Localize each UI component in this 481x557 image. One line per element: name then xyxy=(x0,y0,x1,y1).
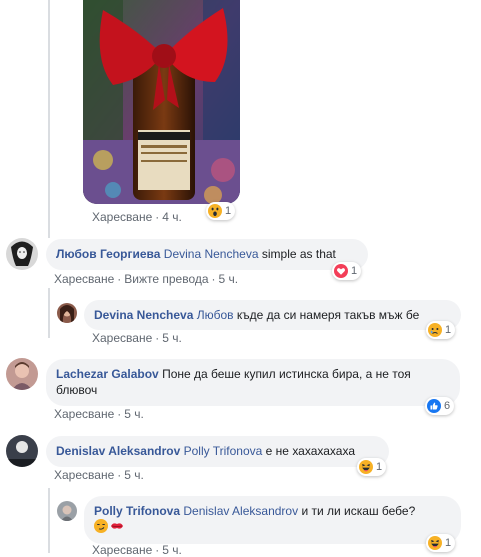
reaction-badge[interactable]: 6 xyxy=(425,397,455,415)
reply-bubble: Polly Trifonova Denislav Aleksandrov и т… xyxy=(84,496,461,544)
comment-text: блювоч xyxy=(56,383,98,397)
haha-reaction-icon xyxy=(359,460,373,474)
reply-bubble: Devina Nencheva Любов къде да си намеря … xyxy=(84,300,461,330)
like-link[interactable]: Харесване xyxy=(54,407,114,421)
like-link[interactable]: Харесване xyxy=(54,468,114,482)
kiss-mark-emoji xyxy=(110,519,124,533)
comment-author[interactable]: Devina Nencheva xyxy=(94,308,193,322)
avatar[interactable] xyxy=(6,238,38,270)
reaction-badge[interactable]: 1 xyxy=(426,534,456,552)
comment-text: къде да си намеря такъв мъж бе xyxy=(236,308,420,322)
comment-time[interactable]: 5 ч. xyxy=(124,468,144,482)
comment-time[interactable]: 5 ч. xyxy=(162,543,182,557)
reaction-badge[interactable]: 1 xyxy=(206,202,236,220)
mention-link[interactable]: Любов xyxy=(197,308,234,322)
separator: · xyxy=(155,331,160,345)
separator: · xyxy=(117,407,122,421)
wow-reaction-icon xyxy=(208,204,222,218)
comment-actions: Харесване · 5 ч. xyxy=(92,331,182,345)
comment-author[interactable]: Denislav Aleksandrov xyxy=(56,444,180,458)
smirk-emoji xyxy=(94,519,108,533)
love-reaction-icon xyxy=(334,264,348,278)
comment-time[interactable]: 5 ч. xyxy=(219,272,239,286)
separator: · xyxy=(211,272,216,286)
reaction-count: 1 xyxy=(376,461,383,473)
comment-bubble: Любов Георгиева Devina Nencheva simple a… xyxy=(46,239,368,270)
comment-bubble: Denislav Aleksandrov Polly Trifonova е н… xyxy=(46,436,389,467)
mention-link[interactable]: Polly Trifonova xyxy=(184,444,263,458)
avatar[interactable] xyxy=(6,435,38,467)
comment-actions: Харесване · 5 ч. xyxy=(54,468,144,482)
translate-link[interactable]: Вижте превода xyxy=(124,272,208,286)
mention-link[interactable]: Devina Nencheva xyxy=(164,247,259,261)
like-link[interactable]: Харесване xyxy=(92,210,152,224)
comment-time[interactable]: 5 ч. xyxy=(124,407,144,421)
comment-text: и ти ли искаш бебе? xyxy=(301,504,416,518)
comment-photo[interactable] xyxy=(83,0,240,204)
haha-reaction-icon xyxy=(428,536,442,550)
comment-actions: Харесване · Вижте превода · 5 ч. xyxy=(54,272,238,286)
thread-line xyxy=(48,288,50,338)
separator: · xyxy=(117,468,122,482)
like-reaction-icon xyxy=(427,399,441,413)
thread-line xyxy=(48,0,50,238)
comment-author[interactable]: Polly Trifonova xyxy=(94,504,180,518)
comment-author[interactable]: Любов Георгиева xyxy=(56,247,160,261)
mention-link[interactable]: Denislav Aleksandrov xyxy=(183,504,298,518)
comment-time[interactable]: 5 ч. xyxy=(162,331,182,345)
comment-text: simple as that xyxy=(261,247,336,261)
like-link[interactable]: Харесване xyxy=(92,331,152,345)
reaction-badge[interactable]: 1 xyxy=(332,262,362,280)
comment-bubble: Lachezar Galabov Поне да беше купил исти… xyxy=(46,359,460,406)
reaction-count: 1 xyxy=(225,205,232,217)
separator: · xyxy=(155,543,160,557)
sad-reaction-icon xyxy=(428,323,442,337)
photo-comment-actions: Харесване · 4 ч. xyxy=(92,210,182,224)
reaction-count: 1 xyxy=(351,265,358,277)
comment-time[interactable]: 4 ч. xyxy=(162,210,182,224)
avatar[interactable] xyxy=(57,303,77,323)
like-link[interactable]: Харесване xyxy=(54,272,114,286)
reaction-badge[interactable]: 1 xyxy=(426,321,456,339)
comment-actions: Харесване · 5 ч. xyxy=(92,543,182,557)
comment-text: е не хахахахаха xyxy=(265,444,356,458)
comment-author[interactable]: Lachezar Galabov xyxy=(56,367,159,381)
separator: · xyxy=(117,272,122,286)
thread-line xyxy=(48,488,50,553)
reaction-badge[interactable]: 1 xyxy=(357,458,387,476)
comment-text: Поне да беше купил истинска бира, а не т… xyxy=(162,367,411,381)
reaction-count: 1 xyxy=(445,537,452,549)
comment-actions: Харесване · 5 ч. xyxy=(54,407,144,421)
separator: · xyxy=(155,210,160,224)
reaction-count: 1 xyxy=(445,324,452,336)
like-link[interactable]: Харесване xyxy=(92,543,152,557)
reaction-count: 6 xyxy=(444,400,451,412)
avatar[interactable] xyxy=(57,501,77,521)
avatar[interactable] xyxy=(6,358,38,390)
